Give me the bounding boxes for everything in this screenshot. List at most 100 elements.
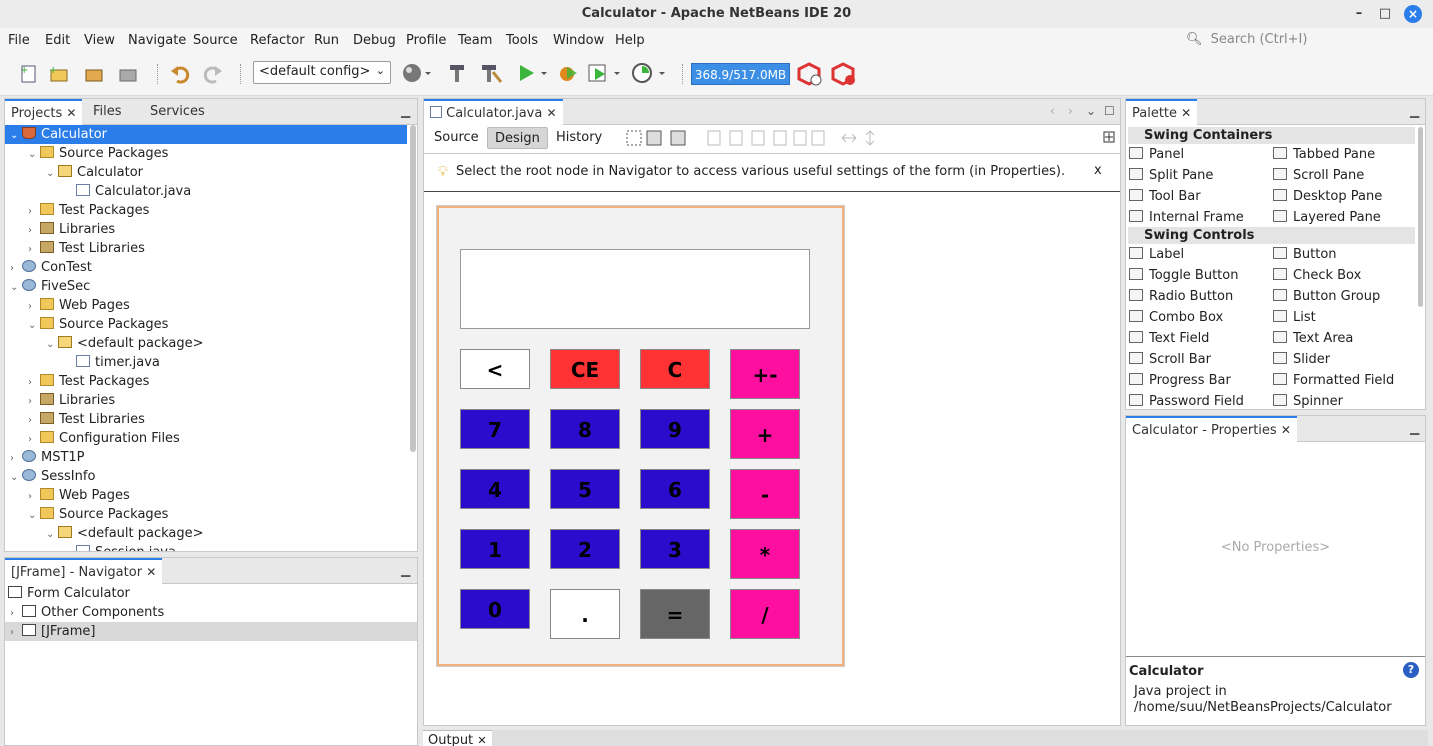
palette-item[interactable]: Internal Frame — [1129, 208, 1244, 228]
collapse-arrow-icon[interactable]: › — [10, 259, 22, 278]
palette-item[interactable]: Panel — [1129, 145, 1184, 165]
maximize-panel-icon[interactable]: ☐ — [1104, 104, 1115, 118]
gc-profiler-icon[interactable] — [797, 62, 823, 86]
test-project-icon[interactable] — [587, 62, 623, 84]
calculator-display[interactable] — [460, 249, 810, 329]
tab-navigator[interactable]: [JFrame] - Navigator ✕ — [5, 558, 163, 584]
tab-output[interactable]: Output ✕ — [423, 730, 492, 746]
navigator-item[interactable]: › Other Components — [5, 603, 417, 622]
calc-button[interactable]: 9 — [640, 409, 710, 449]
tree-item[interactable]: › Configuration Files — [5, 429, 407, 448]
palette-item[interactable]: Tabbed Pane — [1273, 145, 1375, 165]
expand-arrow-icon[interactable]: ⌄ — [28, 316, 40, 335]
palette-item[interactable]: Button Group — [1273, 287, 1380, 307]
palette-item[interactable]: Check Box — [1273, 266, 1361, 286]
menu-refactor[interactable]: Refactor — [250, 33, 305, 48]
memory-indicator[interactable]: 368.9/517.0MB — [691, 63, 790, 85]
palette-item[interactable]: Toggle Button — [1129, 266, 1238, 286]
palette-item[interactable]: Password Field — [1129, 392, 1244, 412]
palette-item[interactable]: Tool Bar — [1129, 187, 1201, 207]
close-icon[interactable]: ✕ — [1181, 106, 1191, 120]
palette-item[interactable]: Progress Bar — [1129, 371, 1231, 391]
scroll-left-icon[interactable]: ‹ — [1050, 104, 1055, 118]
menu-team[interactable]: Team — [458, 33, 492, 48]
menu-debug[interactable]: Debug — [353, 33, 396, 48]
close-icon[interactable]: ✕ — [546, 106, 556, 120]
minimize-panel-icon[interactable]: ▁ — [401, 563, 410, 577]
palette-category[interactable]: Swing Controls — [1128, 227, 1415, 244]
palette-item[interactable]: List — [1273, 308, 1316, 328]
calc-button[interactable]: = — [640, 589, 710, 639]
expand-arrow-icon[interactable]: ⌄ — [10, 126, 22, 145]
tree-item[interactable]: › Test Libraries — [5, 239, 407, 258]
design-tools-icon[interactable] — [626, 129, 696, 147]
document-list-icon[interactable]: ⌄ — [1086, 104, 1096, 118]
calc-button[interactable]: +- — [730, 349, 800, 399]
palette-item[interactable]: Scroll Pane — [1273, 166, 1364, 186]
collapse-arrow-icon[interactable]: › — [28, 392, 40, 411]
palette-item[interactable]: Split Pane — [1129, 166, 1213, 186]
tab-history[interactable]: History — [549, 127, 609, 149]
new-file-icon[interactable]: + — [18, 63, 40, 85]
tree-item[interactable]: › Test Libraries — [5, 410, 407, 429]
tab-projects[interactable]: Projects ✕ — [5, 99, 83, 125]
tree-item[interactable]: › ConTest — [5, 258, 407, 277]
tree-item[interactable]: Session.java — [5, 543, 407, 551]
calc-button[interactable]: < — [460, 349, 530, 389]
calc-button[interactable]: 2 — [550, 529, 620, 569]
tree-item[interactable]: ⌄ Calculator — [5, 125, 407, 144]
build-hammer-icon[interactable] — [446, 62, 468, 84]
profile-project-icon[interactable] — [631, 62, 669, 84]
close-project-icon[interactable] — [117, 63, 139, 85]
tree-item[interactable]: › Test Packages — [5, 372, 407, 391]
collapse-arrow-icon[interactable]: › — [28, 240, 40, 259]
calc-button[interactable]: + — [730, 409, 800, 459]
collapse-arrow-icon[interactable]: › — [28, 221, 40, 240]
menu-source[interactable]: Source — [193, 33, 238, 48]
close-icon[interactable]: ✕ — [146, 565, 156, 579]
tab-calculator-java[interactable]: Calculator.java ✕ — [424, 99, 563, 125]
collapse-arrow-icon[interactable]: › — [28, 411, 40, 430]
calc-button[interactable]: C — [640, 349, 710, 389]
tree-item[interactable]: › Libraries — [5, 391, 407, 410]
palette-item[interactable]: Text Field — [1129, 329, 1209, 349]
palette-item[interactable]: Desktop Pane — [1273, 187, 1382, 207]
calc-button[interactable]: 6 — [640, 469, 710, 509]
snapshot-profiler-icon[interactable] — [831, 62, 857, 86]
globe-run-icon[interactable] — [401, 62, 431, 84]
expand-arrow-icon[interactable]: ⌄ — [28, 506, 40, 525]
calc-button[interactable]: * — [730, 529, 800, 579]
palette-item[interactable]: Slider — [1273, 350, 1330, 370]
expand-arrow-icon[interactable]: ⌄ — [10, 468, 22, 487]
hint-close-button[interactable]: x — [1094, 163, 1102, 178]
calc-button[interactable]: / — [730, 589, 800, 639]
palette-item[interactable]: Text Area — [1273, 329, 1353, 349]
navigator-item[interactable]: Form Calculator — [5, 584, 417, 603]
help-icon[interactable]: ? — [1403, 662, 1419, 678]
palette-item[interactable]: Scroll Bar — [1129, 350, 1211, 370]
palette-item[interactable]: Combo Box — [1129, 308, 1223, 328]
scroll-right-icon[interactable]: › — [1068, 104, 1073, 118]
close-icon[interactable]: ✕ — [1281, 423, 1291, 437]
minimize-panel-icon[interactable]: ▁ — [1410, 421, 1419, 435]
menu-run[interactable]: Run — [314, 33, 339, 48]
minimize-panel-icon[interactable]: ▁ — [401, 104, 410, 118]
calc-button[interactable]: 8 — [550, 409, 620, 449]
palette-item[interactable]: Radio Button — [1129, 287, 1233, 307]
palette-category[interactable]: Swing Containers — [1128, 127, 1415, 144]
palette-item[interactable]: Formatted Field — [1273, 371, 1394, 391]
tree-scrollbar[interactable] — [410, 125, 416, 452]
collapse-arrow-icon[interactable]: › — [28, 297, 40, 316]
tree-item[interactable]: › Test Packages — [5, 201, 407, 220]
tree-item[interactable]: timer.java — [5, 353, 407, 372]
expand-arrow-icon[interactable]: ⌄ — [46, 335, 58, 354]
expand-arrow-icon[interactable]: ⌄ — [28, 145, 40, 164]
tree-item[interactable]: ⌄ <default package> — [5, 524, 407, 543]
collapse-arrow-icon[interactable]: › — [28, 202, 40, 221]
calc-button[interactable]: 0 — [460, 589, 530, 629]
tree-item[interactable]: › Web Pages — [5, 296, 407, 315]
navigator-item[interactable]: › [JFrame] — [5, 622, 417, 641]
config-select[interactable]: <default config> ⌄ — [253, 61, 391, 84]
menu-navigate[interactable]: Navigate — [128, 33, 186, 48]
calc-button[interactable]: 4 — [460, 469, 530, 509]
